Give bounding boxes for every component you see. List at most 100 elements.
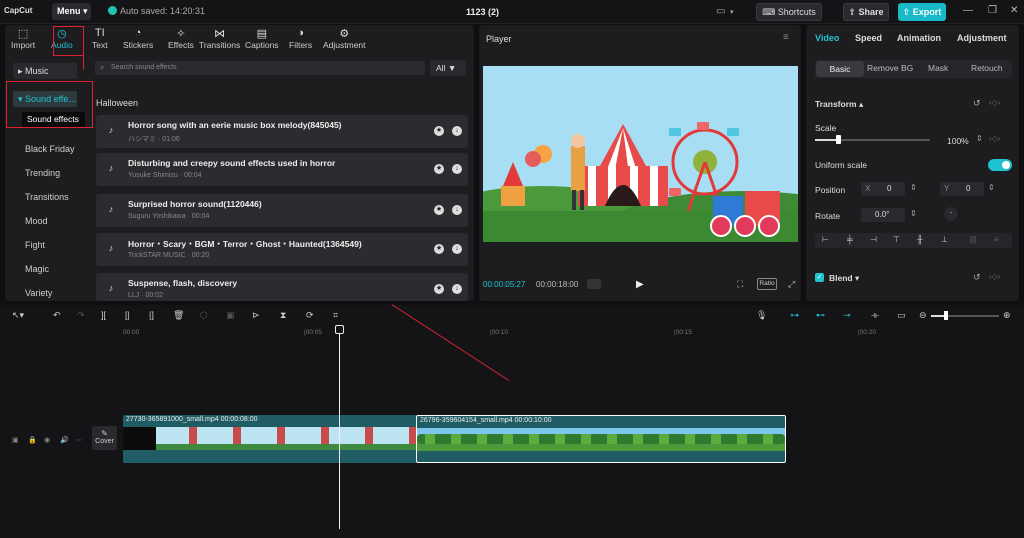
sidebar-item-magic[interactable]: Magic (25, 264, 49, 274)
subtab-basic[interactable]: Basic (816, 61, 864, 77)
uniform-scale-toggle[interactable] (988, 159, 1012, 171)
sidebar-item-black-friday[interactable]: Black Friday (25, 144, 75, 154)
video-clip[interactable]: 27730-365891000_small.mp4 00:00:08:00 (123, 415, 417, 463)
speaker-icon[interactable]: 🔊 (60, 436, 69, 444)
split-icon[interactable]: ][ (101, 310, 106, 320)
align-right-icon[interactable]: ⊣ (870, 235, 877, 244)
zoom-out-icon[interactable]: ⊖ (919, 310, 927, 321)
lock-icon[interactable]: 🔒 (28, 436, 37, 444)
playhead[interactable] (339, 329, 340, 529)
align-left-icon[interactable]: ⊢ (822, 235, 829, 244)
download-icon[interactable]: ↓ (452, 126, 462, 136)
favorite-icon[interactable]: ★ (434, 244, 444, 254)
list-item[interactable]: ♪ Suspense, flash, discovery LLJ · 00:02… (96, 273, 468, 301)
scale-value[interactable]: 100% (947, 136, 969, 146)
export-button[interactable]: ⇧ Export (898, 3, 946, 21)
mirror-icon[interactable]: ⧗ (280, 310, 286, 321)
microphone-icon[interactable]: 🎙 (756, 310, 767, 321)
favorite-icon[interactable]: ★ (434, 164, 444, 174)
video-preview[interactable] (483, 66, 798, 242)
download-icon[interactable]: ↓ (452, 244, 462, 254)
align-middle-v-icon[interactable]: ╫ (917, 235, 923, 244)
distribute-h-icon[interactable]: ||| (970, 235, 976, 244)
shield-icon[interactable]: ⬡ (200, 310, 208, 321)
tab-effects[interactable]: ✧ Effects (168, 27, 194, 50)
sidebar-item-music[interactable]: ▸ Music (13, 63, 77, 79)
select-cursor-icon[interactable]: ↖▾ (12, 310, 24, 321)
expand-icon[interactable]: ⤢ (788, 279, 795, 290)
keyframe-icon[interactable]: ‹◇› (989, 98, 1000, 107)
rotate-dial-icon[interactable]: - (944, 207, 958, 221)
tab-video[interactable]: Video (815, 33, 839, 43)
layout-icon[interactable]: ▭ (716, 6, 725, 17)
list-item[interactable]: ♪ Surprised horror sound(1120446) Suguru… (96, 194, 468, 227)
menu-button[interactable]: Menu ▾ (52, 3, 91, 20)
shortcuts-button[interactable]: ⌨ Shortcuts (756, 3, 822, 21)
tab-adjustment[interactable]: ⚙ Adjustment (323, 27, 366, 50)
align-bottom-icon[interactable]: ⊥ (941, 235, 948, 244)
preview-axis-icon[interactable]: ⟛ (871, 310, 879, 321)
rotate-field[interactable]: 0.0° (861, 208, 905, 222)
play-circle-icon[interactable]: ⊳ (252, 310, 260, 321)
maximize-icon[interactable]: ❐ (988, 5, 997, 16)
ratio-button[interactable]: Ratio (757, 278, 777, 290)
tab-adjustment-right[interactable]: Adjustment (957, 33, 1007, 43)
subtab-remove-bg[interactable]: Remove BG (867, 63, 913, 73)
delete-icon[interactable]: 🗑 (173, 310, 184, 321)
captions-track-icon[interactable]: ▭ (897, 310, 906, 321)
stepper-icon[interactable]: ⇕ (976, 134, 983, 143)
favorite-icon[interactable]: ★ (434, 205, 444, 215)
sidebar-item-fight[interactable]: Fight (25, 240, 45, 250)
auto-snap-icon[interactable]: ⊷ (816, 310, 825, 321)
crop-icon[interactable]: ⌗ (333, 310, 338, 321)
zoom-slider-handle[interactable] (944, 311, 948, 320)
waveform-icon[interactable] (587, 279, 601, 289)
distribute-v-icon[interactable]: ≡ (994, 235, 999, 244)
stepper-icon[interactable]: ⇕ (910, 183, 917, 192)
list-item[interactable]: ♪ Horror song with an eerie music box me… (96, 115, 468, 148)
tab-filters[interactable]: ◑ Filters (289, 27, 312, 50)
stepper-icon[interactable]: ⇕ (910, 209, 917, 218)
list-item[interactable]: ♪ Disturbing and creepy sound effects us… (96, 153, 468, 186)
chevron-down-icon[interactable]: ▾ (730, 8, 734, 16)
eye-icon[interactable]: ◉ (44, 436, 50, 444)
minimize-icon[interactable]: — (963, 5, 973, 16)
scale-slider-handle[interactable] (836, 135, 841, 144)
tab-captions[interactable]: ▤ Captions (245, 27, 279, 50)
close-icon[interactable]: ✕ (1010, 5, 1018, 16)
position-y-field[interactable]: Y0 (940, 182, 984, 196)
sidebar-item-variety[interactable]: Variety (25, 288, 52, 298)
tab-stickers[interactable]: ◔ Stickers (123, 27, 153, 50)
favorite-icon[interactable]: ★ (434, 126, 444, 136)
tab-import[interactable]: ⬚ Import (11, 27, 35, 50)
subtab-retouch[interactable]: Retouch (971, 63, 1003, 73)
sidebar-item-trending[interactable]: Trending (25, 168, 60, 178)
reset-icon[interactable]: ↺ (973, 272, 981, 283)
play-icon[interactable]: ▶ (636, 279, 644, 290)
align-top-icon[interactable]: ⊤ (893, 235, 900, 244)
filter-all-button[interactable]: All ▼ (430, 60, 466, 76)
zoom-in-icon[interactable]: ⊕ (1003, 310, 1011, 321)
main-track-magnet-icon[interactable]: ⊶ (790, 310, 799, 321)
search-input[interactable]: Search sound effects (95, 61, 425, 75)
subtab-mask[interactable]: Mask (928, 63, 948, 73)
rotate-icon[interactable]: ⟳ (306, 310, 314, 321)
video-clip-selected[interactable]: 26796-359604154_small.mp4 00:00:10:00 (416, 415, 786, 463)
list-item[interactable]: ♪ Horror・Scary・BGM・Terror・Ghost・Haunted(… (96, 233, 468, 266)
playhead-handle[interactable] (335, 325, 344, 334)
position-x-field[interactable]: X0 (861, 182, 905, 196)
keyframe-icon[interactable]: ‹◇› (989, 272, 1000, 281)
track-thumbnail-icon[interactable]: ▣ (12, 436, 19, 444)
redo-icon[interactable]: ↷ (77, 310, 85, 321)
tab-transitions[interactable]: ⋈ Transitions (199, 27, 240, 50)
reset-icon[interactable]: ↺ (973, 98, 981, 109)
freeze-icon[interactable]: ▣ (226, 310, 235, 321)
tab-animation[interactable]: Animation (897, 33, 941, 43)
linkage-icon[interactable]: ⊸ (843, 310, 851, 321)
hamburger-menu-icon[interactable]: ≡ (783, 32, 789, 43)
fullscreen-crop-icon[interactable]: ⛶ (737, 279, 743, 290)
tab-text[interactable]: TI Text (92, 27, 108, 50)
stepper-icon[interactable]: ⇕ (988, 183, 995, 192)
keyframe-icon[interactable]: ‹◇› (989, 134, 1000, 143)
split-right-icon[interactable]: |] (149, 310, 154, 320)
